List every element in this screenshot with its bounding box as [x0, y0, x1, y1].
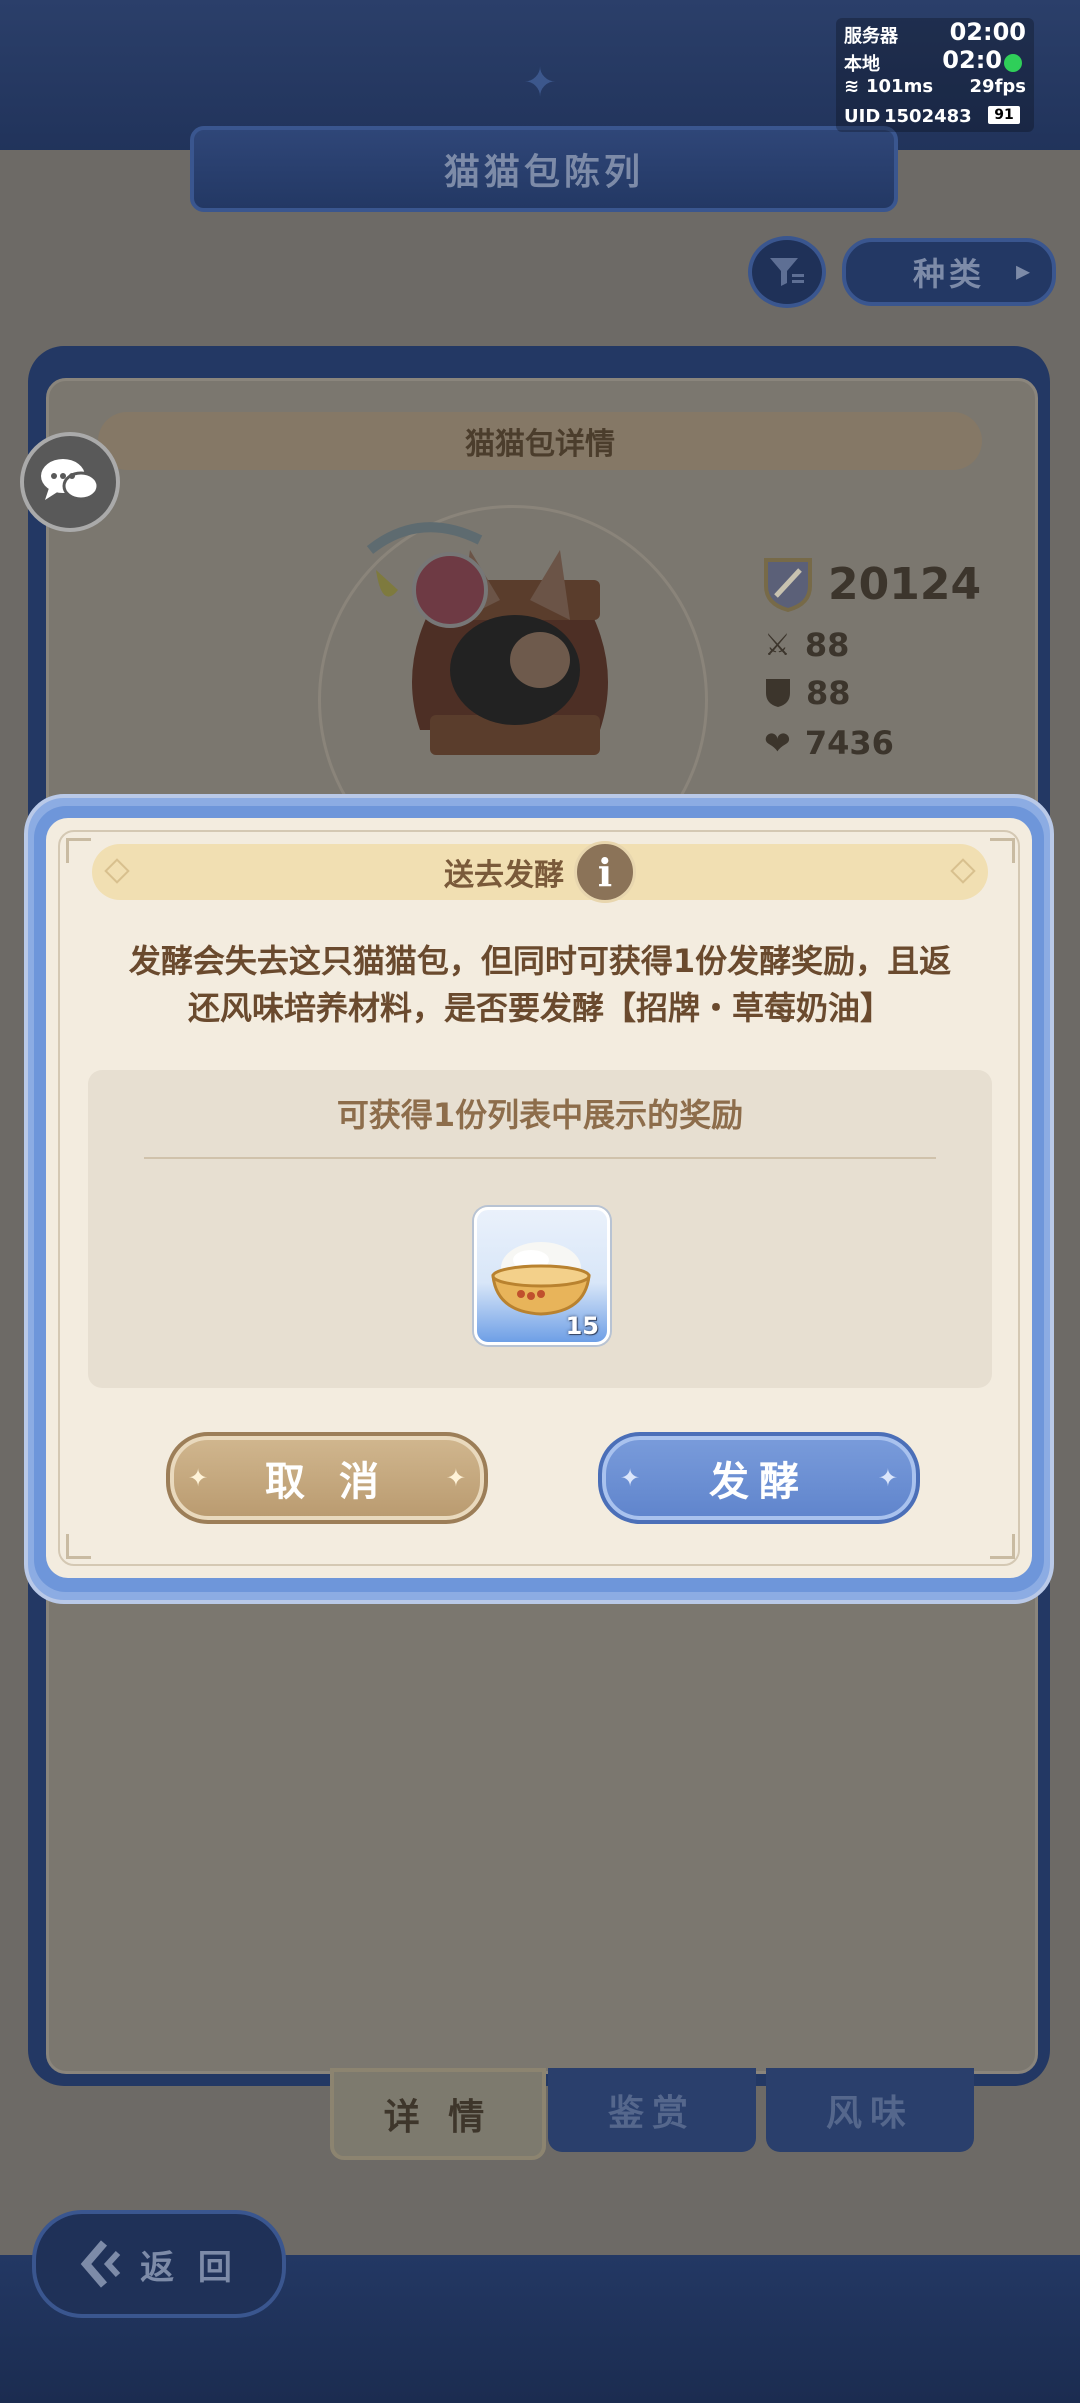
corner-ornament — [990, 838, 1015, 863]
filter-button[interactable] — [748, 236, 826, 308]
corner-ornament — [990, 1534, 1015, 1559]
diamond-ornament-icon — [104, 858, 130, 884]
tab-appraise[interactable]: 鉴赏 — [548, 2068, 756, 2152]
ferment-button[interactable]: ✦ 发酵 ✦ — [598, 1432, 920, 1524]
hud-uid-value: 1502483 — [884, 106, 972, 127]
tab-detail[interactable]: 详 情 — [330, 2068, 546, 2160]
defense-stat: 88 — [764, 674, 851, 712]
dialog-title: 送去发酵 — [444, 858, 564, 893]
title-ornament-icon: ✦ — [523, 60, 557, 106]
chat-bubble-icon — [41, 459, 100, 501]
back-label: 返 回 — [140, 2247, 238, 2288]
hud-local-label: 本地 — [844, 54, 880, 75]
cancel-button[interactable]: ✦ 取 消 ✦ — [166, 1432, 488, 1524]
cat-bread-character — [366, 522, 608, 755]
shield-icon — [766, 679, 790, 707]
reward-divider — [144, 1157, 936, 1159]
back-button[interactable]: 返 回 — [32, 2210, 286, 2318]
hud-uid-label: UID — [844, 106, 881, 127]
cancel-label: 取 消 — [265, 1459, 389, 1505]
sparkle-icon: ✦ — [188, 1464, 209, 1492]
attack-stat: ⚔ 88 — [764, 626, 849, 664]
hud-local-time: 02:0 — [942, 46, 1002, 74]
filter-icon — [770, 258, 804, 286]
battery-indicator: 91 — [988, 106, 1020, 124]
reward-item[interactable]: 15 — [474, 1207, 610, 1345]
dialog-header: 送去发酵 i — [92, 841, 988, 903]
category-label: 种类 — [912, 255, 985, 293]
wifi-icon: ≋ — [844, 76, 860, 97]
defense-value: 88 — [806, 674, 851, 712]
page-title: 猫猫包陈列 — [190, 126, 898, 212]
ferment-message: 发酵会失去这只猫猫包，但同时可获得1份发酵奖励，且返 还风味培养材料，是否要发酵… — [90, 938, 990, 1032]
info-button[interactable]: i — [574, 841, 636, 903]
detail-panel-header: 猫猫包详情 — [98, 412, 982, 470]
hp-value: 7436 — [804, 724, 894, 762]
back-arrow-icon — [80, 2240, 121, 2288]
sparkle-icon: ✦ — [445, 1464, 466, 1492]
info-icon: i — [597, 849, 613, 895]
sparkle-icon: ✦ — [620, 1464, 641, 1492]
hud-server-label: 服务器 — [844, 26, 898, 47]
hud-ping: 101ms — [866, 76, 934, 97]
ferment-label: 发酵 — [709, 1459, 809, 1505]
hud-server-time: 02:00 — [949, 18, 1026, 46]
message-line-1: 发酵会失去这只猫猫包，但同时可获得1份发酵奖励，且返 — [128, 942, 952, 980]
category-dropdown[interactable]: 种类 ▸ — [842, 238, 1056, 306]
sparkle-icon: ✦ — [877, 1464, 898, 1492]
reward-item-count: 15 — [565, 1312, 599, 1340]
hud-fps: 29fps — [969, 76, 1026, 97]
chevron-right-icon: ▸ — [1015, 254, 1034, 287]
power-value: 20124 — [828, 558, 982, 610]
diamond-ornament-icon — [950, 858, 976, 884]
attack-value: 88 — [804, 626, 850, 664]
power-stat: 20124 — [762, 556, 981, 612]
tab-flavor[interactable]: 风味 — [766, 2068, 974, 2152]
corner-ornament — [66, 1534, 91, 1559]
shield-flag-icon — [764, 558, 812, 612]
heart-icon: ❤ — [764, 724, 791, 762]
status-dot — [1004, 54, 1022, 72]
corner-ornament — [66, 838, 91, 863]
message-line-2: 还风味培养材料，是否要发酵【招牌・草莓奶油】 — [187, 989, 892, 1027]
reward-title: 可获得1份列表中展示的奖励 — [336, 1096, 744, 1134]
chat-button[interactable] — [20, 432, 120, 532]
hp-stat: ❤ 7436 — [764, 724, 894, 762]
crossed-swords-icon: ⚔ — [764, 627, 791, 663]
performance-hud: 服务器 02:00 本地 02:0 ≋ 101ms 29fps UID 1502… — [836, 18, 1034, 132]
